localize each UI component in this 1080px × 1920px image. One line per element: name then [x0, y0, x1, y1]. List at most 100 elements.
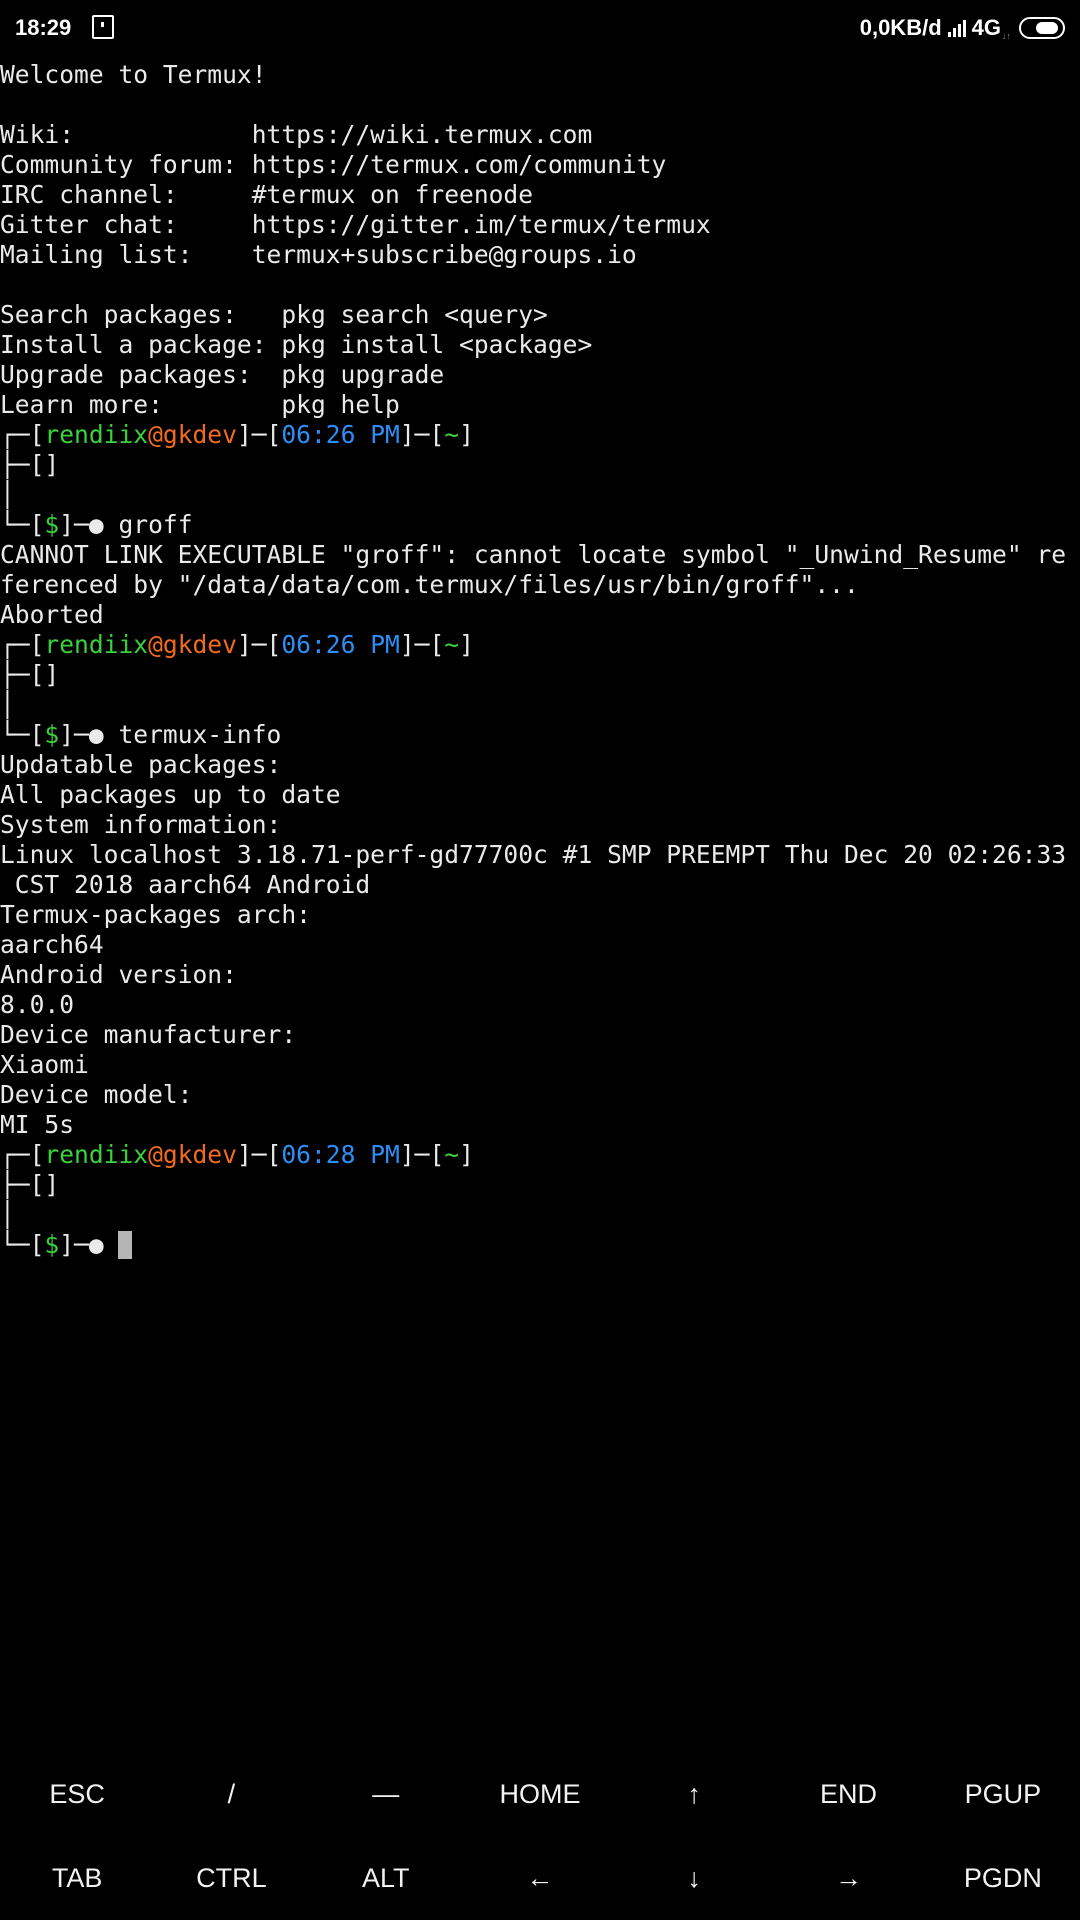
terminal-line: ├─[]	[0, 450, 1080, 480]
terminal-text: └─[	[0, 720, 45, 749]
terminal-cursor[interactable]	[118, 1231, 133, 1259]
terminal-text: 06:26 PM	[281, 630, 400, 659]
key-[interactable]: —	[309, 1752, 463, 1836]
terminal-line: └─[$]─● termux-info	[0, 720, 1080, 750]
terminal-text: System information:	[0, 810, 282, 839]
terminal-text: @	[148, 630, 163, 659]
terminal-line: All packages up to date	[0, 780, 1080, 810]
terminal-text: ┌─[	[0, 420, 45, 449]
terminal-text: Wiki: https://wiki.termux.com	[0, 120, 593, 149]
key-[interactable]: /	[154, 1752, 308, 1836]
terminal-text: Xiaomi	[0, 1050, 89, 1079]
key-[interactable]: ←	[463, 1836, 617, 1920]
terminal-line: IRC channel: #termux on freenode	[0, 180, 1080, 210]
terminal-text: gkdev	[162, 1140, 237, 1169]
terminal-text: Device manufacturer:	[0, 1020, 297, 1049]
terminal-line: Updatable packages:	[0, 750, 1080, 780]
terminal-text: CANNOT LINK EXECUTABLE "groff": cannot l…	[0, 540, 1067, 569]
terminal-text: ]	[459, 630, 474, 659]
terminal-line: │	[0, 480, 1080, 510]
terminal-text: Termux-packages arch:	[0, 900, 311, 929]
terminal-text: ]	[459, 1140, 474, 1169]
terminal-text: Mailing list: termux+subscribe@groups.io	[0, 240, 637, 269]
terminal-text: @	[148, 420, 163, 449]
terminal-text: ]─●	[59, 1230, 119, 1259]
terminal-line: ferenced by "/data/data/com.termux/files…	[0, 570, 1080, 600]
status-time: 18:29	[15, 15, 72, 40]
terminal-text: │	[0, 690, 15, 719]
terminal-text: rendiix	[44, 1140, 149, 1169]
extra-keys-bar: ESC / — HOME ↑ END PGUP TAB CTRL ALT ← ↓ → PGDN	[0, 1752, 1080, 1920]
terminal-line: 8.0.0	[0, 990, 1080, 1020]
terminal-text: ]─[	[399, 420, 445, 449]
terminal-text: Updatable packages:	[0, 750, 282, 779]
terminal-line: Mailing list: termux+subscribe@groups.io	[0, 240, 1080, 270]
terminal-text: ~	[444, 420, 460, 449]
terminal-text: ├─[]	[0, 1170, 60, 1199]
terminal-text: Learn more: pkg help	[0, 390, 400, 419]
network-type-label: 4G	[971, 15, 1001, 40]
terminal-text: Device model:	[0, 1080, 193, 1109]
key-[interactable]: →	[771, 1836, 925, 1920]
terminal-text: ]─● termux-info	[59, 720, 282, 749]
terminal-line: Community forum: https://termux.com/comm…	[0, 150, 1080, 180]
terminal-line: Android version:	[0, 960, 1080, 990]
key-alt[interactable]: ALT	[309, 1836, 463, 1920]
terminal-text: ]─[	[399, 630, 445, 659]
terminal-line: └─[$]─●	[0, 1230, 1080, 1260]
key-ctrl[interactable]: CTRL	[154, 1836, 308, 1920]
terminal-text: ]─[	[236, 420, 282, 449]
terminal-text: Android version:	[0, 960, 237, 989]
terminal-text: ┌─[	[0, 1140, 45, 1169]
key-pgup[interactable]: PGUP	[926, 1752, 1080, 1836]
key-[interactable]: ↑	[617, 1752, 771, 1836]
terminal-line: aarch64	[0, 930, 1080, 960]
key-[interactable]: ↓	[617, 1836, 771, 1920]
terminal-text: ├─[]	[0, 660, 60, 689]
terminal-text: ]─[	[236, 1140, 282, 1169]
terminal-line: │	[0, 690, 1080, 720]
terminal-line: Install a package: pkg install <package>	[0, 330, 1080, 360]
terminal-output[interactable]: Welcome to Termux! Wiki: https://wiki.ter…	[0, 60, 1080, 1760]
terminal-text: CST 2018 aarch64 Android	[0, 870, 371, 899]
key-end[interactable]: END	[771, 1752, 925, 1836]
terminal-text: rendiix	[44, 420, 149, 449]
terminal-text: gkdev	[162, 420, 237, 449]
terminal-text: gkdev	[162, 630, 237, 659]
status-right: 0,0KB/d 4G ↓↑	[860, 15, 1065, 41]
terminal-text: Linux localhost 3.18.71-perf-gd77700c #1…	[0, 840, 1067, 869]
terminal-line: System information:	[0, 810, 1080, 840]
terminal-line: MI 5s	[0, 1110, 1080, 1140]
terminal-line: ┌─[rendiix@gkdev]─[06:28 PM]─[~]	[0, 1140, 1080, 1170]
terminal-text: ]─[	[399, 1140, 445, 1169]
terminal-line: ├─[]	[0, 660, 1080, 690]
terminal-line: Gitter chat: https://gitter.im/termux/te…	[0, 210, 1080, 240]
terminal-line: └─[$]─● groff	[0, 510, 1080, 540]
terminal-text: ferenced by "/data/data/com.termux/files…	[0, 570, 859, 599]
terminal-line: Search packages: pkg search <query>	[0, 300, 1080, 330]
key-pgdn[interactable]: PGDN	[926, 1836, 1080, 1920]
key-esc[interactable]: ESC	[0, 1752, 154, 1836]
terminal-text: 8.0.0	[0, 990, 75, 1019]
sim-card-icon	[92, 15, 114, 39]
key-tab[interactable]: TAB	[0, 1836, 154, 1920]
terminal-text: ]─[	[236, 630, 282, 659]
terminal-line: Xiaomi	[0, 1050, 1080, 1080]
terminal-text: ~	[444, 630, 460, 659]
terminal-line: Device model:	[0, 1080, 1080, 1110]
terminal-text: rendiix	[44, 630, 149, 659]
terminal-text: Search packages: pkg search <query>	[0, 300, 548, 329]
terminal-line: Wiki: https://wiki.termux.com	[0, 120, 1080, 150]
terminal-line: Learn more: pkg help	[0, 390, 1080, 420]
terminal-line: Termux-packages arch:	[0, 900, 1080, 930]
terminal-text: aarch64	[0, 930, 104, 959]
terminal-text: IRC channel: #termux on freenode	[0, 180, 534, 209]
terminal-text: ┌─[	[0, 630, 45, 659]
terminal-line: ┌─[rendiix@gkdev]─[06:26 PM]─[~]	[0, 630, 1080, 660]
terminal-line: Welcome to Termux!	[0, 60, 1080, 90]
key-home[interactable]: HOME	[463, 1752, 617, 1836]
terminal-text: Upgrade packages: pkg upgrade	[0, 360, 445, 389]
terminal-text: $	[44, 1230, 60, 1259]
terminal-text: $	[44, 720, 60, 749]
